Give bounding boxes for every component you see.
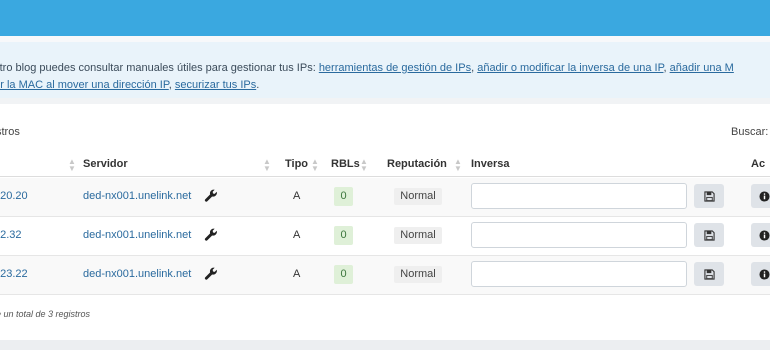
rbl-count-badge: 0 [334,226,353,245]
reputation-badge: Normal [394,188,442,205]
save-button[interactable] [694,223,724,247]
reputation-badge: Normal [394,266,442,283]
info-button[interactable] [751,262,770,286]
server-link[interactable]: ded-nx001.unelink.net [83,268,191,280]
show-entries-label: stros [0,126,20,138]
link-add-mac[interactable]: añadir una M [670,62,734,74]
column-header-acciones[interactable]: Ac [751,158,765,170]
info-button[interactable] [751,223,770,247]
link-modify-reverse-ip[interactable]: añadir o modificar la inversa de una IP [477,62,663,74]
record-type: A [293,229,301,241]
search-label: Buscar: [731,126,769,138]
sort-icon[interactable]: ▲ ▼ [360,158,368,173]
rbl-count-badge: 0 [334,265,353,284]
column-header-reputacion[interactable]: Reputación [387,158,447,170]
reverse-dns-input[interactable] [471,222,687,248]
column-header-tipo[interactable]: Tipo [285,158,308,170]
floppy-disk-icon [703,268,715,280]
link-ip-management-tools[interactable]: herramientas de gestión de IPs [319,62,471,74]
sort-icon[interactable]: ▲ ▼ [454,158,462,173]
bottom-strip [0,340,770,350]
reputation-badge: Normal [394,227,442,244]
column-header-servidor[interactable]: Servidor [83,158,128,170]
table-header: ▲ ▼ Servidor ▲ ▼ Tipo ▲ ▼ RBLs ▲ ▼ Reputació… [0,154,770,177]
ip-table-panel: stros Buscar: ▲▼ Servidor ▲▼ Tipo ▲▼ RBL… [0,104,770,340]
ip-address-link[interactable]: 123.22 [0,268,28,280]
link-secure-ips[interactable]: securizar tus IPs [175,79,256,91]
record-type: A [293,268,301,280]
server-link[interactable]: ded-nx001.unelink.net [83,229,191,241]
link-keep-mac[interactable]: ner la MAC al mover una dirección IP [0,79,169,91]
info-button[interactable] [751,184,770,208]
info-circle-icon [759,229,770,241]
info-text: estro blog puedes consultar manuales úti… [0,62,319,74]
reverse-dns-input[interactable] [471,261,687,287]
wrench-icon[interactable] [204,228,218,242]
info-line-1: estro blog puedes consultar manuales úti… [0,62,734,74]
info-circle-icon [759,268,770,280]
info-line-2: ner la MAC al mover una dirección IP, se… [0,79,259,91]
record-type: A [293,190,301,202]
ip-address-link[interactable]: 22.32 [0,229,22,241]
sort-icon[interactable]: ▲ ▼ [263,158,271,173]
wrench-icon[interactable] [204,267,218,281]
info-banner: estro blog puedes consultar manuales úti… [0,42,770,98]
info-circle-icon [759,190,770,202]
column-header-rbls[interactable]: RBLs [331,158,360,170]
rbl-count-badge: 0 [334,187,353,206]
floppy-disk-icon [703,229,715,241]
reverse-dns-input[interactable] [471,183,687,209]
column-header-inversa[interactable]: Inversa [471,158,510,170]
sort-icon[interactable]: ▲ ▼ [68,158,76,173]
sort-icon[interactable]: ▲ ▼ [311,158,319,173]
table-row: 22.32 ded-nx001.unelink.net A 0 Normal [0,217,770,256]
ip-address-link[interactable]: 120.20 [0,190,28,202]
table-summary: e un total de 3 registros [0,309,91,319]
table-row: 120.20 ded-nx001.unelink.net A 0 Normal [0,178,770,217]
floppy-disk-icon [703,190,715,202]
wrench-icon[interactable] [204,189,218,203]
save-button[interactable] [694,262,724,286]
info-end: . [256,79,260,91]
save-button[interactable] [694,184,724,208]
table-row: 123.22 ded-nx001.unelink.net A 0 Normal [0,256,770,295]
server-link[interactable]: ded-nx001.unelink.net [83,190,191,202]
top-header-bar [0,0,770,36]
